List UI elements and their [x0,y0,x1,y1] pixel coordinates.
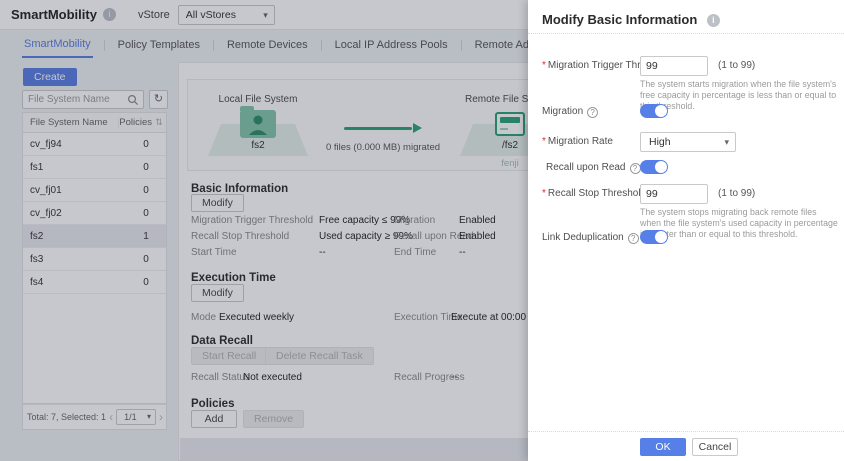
required-asterisk: * [542,60,546,71]
toggle-knob [655,161,667,173]
recall-stop-threshold-input[interactable] [640,184,708,204]
link-deduplication-label: Link Deduplication? [542,232,639,244]
migration-rate-label: *Migration Rate [542,136,613,147]
modal-overlay [0,0,528,461]
recall-upon-read-toggle[interactable] [640,160,668,174]
dialog-title-text: Modify Basic Information [542,12,697,27]
range-hint: (1 to 99) [718,60,755,71]
divider [528,33,844,34]
toggle-knob [655,105,667,117]
chevron-down-icon: ▾ [724,133,729,151]
link-deduplication-toggle[interactable] [640,230,668,244]
cancel-button[interactable]: Cancel [692,438,738,456]
dialog-title: Modify Basic Information i [542,12,720,27]
required-asterisk: * [542,136,546,147]
toggle-knob [655,231,667,243]
help-icon[interactable]: ? [630,163,641,174]
recall-upon-read-label: Recall upon Read? [546,162,641,174]
help-icon[interactable]: ? [628,233,639,244]
divider [528,431,844,432]
ok-button[interactable]: OK [640,438,686,456]
migration-rate-value: High [649,136,671,148]
range-hint: (1 to 99) [718,188,755,199]
help-icon[interactable]: ? [587,107,598,118]
migration-rate-select[interactable]: High ▾ [640,132,736,152]
modify-basic-information-dialog: Modify Basic Information i *Migration Tr… [528,0,844,461]
migration-label: Migration? [542,106,598,118]
migration-trigger-threshold-input[interactable] [640,56,708,76]
info-icon[interactable]: i [707,14,720,27]
required-asterisk: * [542,188,546,199]
help-text: The system stops migrating back remote f… [640,207,838,240]
migration-toggle[interactable] [640,104,668,118]
help-text: The system starts migration when the fil… [640,79,838,112]
